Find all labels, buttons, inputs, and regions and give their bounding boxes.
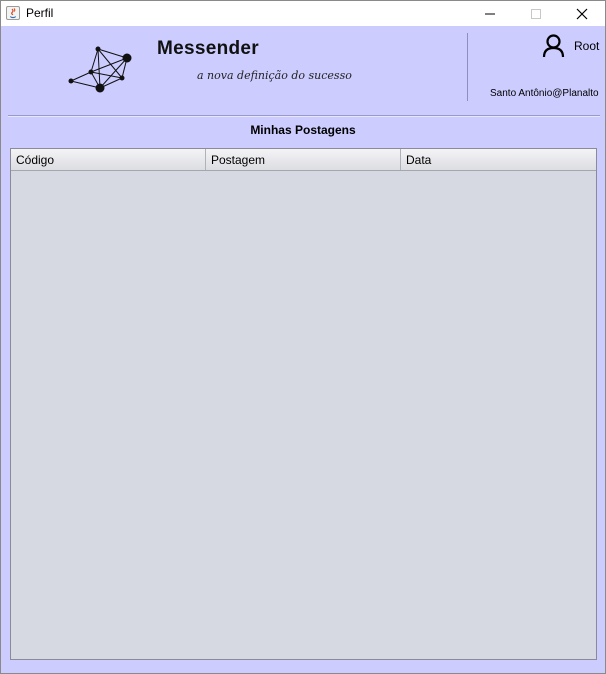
close-button[interactable]	[559, 1, 605, 26]
main-content: Messender a nova definição do sucesso Ro…	[1, 26, 605, 673]
section-title: Minhas Postagens	[250, 123, 356, 137]
title-bar[interactable]: Perfil	[1, 1, 605, 26]
minimize-button[interactable]	[467, 1, 513, 26]
horizontal-divider	[8, 115, 600, 117]
java-app-icon	[6, 6, 20, 20]
network-logo-icon	[68, 46, 132, 93]
app-slogan: a nova definição do sucesso	[197, 69, 352, 82]
column-header-codigo[interactable]: Código	[11, 149, 206, 170]
profile-window: Perfil Messender a nova definição do suc…	[0, 0, 606, 674]
close-icon	[576, 8, 588, 20]
user-icon	[542, 34, 565, 58]
user-location: Santo Antônio@Planalto	[490, 88, 599, 99]
column-header-postagem[interactable]: Postagem	[206, 149, 401, 170]
maximize-icon	[531, 9, 541, 19]
user-name: Root	[574, 39, 600, 53]
app-name: Messender	[157, 38, 259, 59]
window-title: Perfil	[26, 6, 54, 20]
column-header-data[interactable]: Data	[401, 149, 596, 170]
vertical-divider	[467, 33, 468, 101]
table-header: Código Postagem Data	[11, 149, 596, 171]
posts-table[interactable]: Código Postagem Data	[10, 148, 597, 660]
maximize-button[interactable]	[513, 1, 559, 26]
table-body[interactable]	[11, 171, 596, 659]
minimize-icon	[485, 13, 495, 15]
